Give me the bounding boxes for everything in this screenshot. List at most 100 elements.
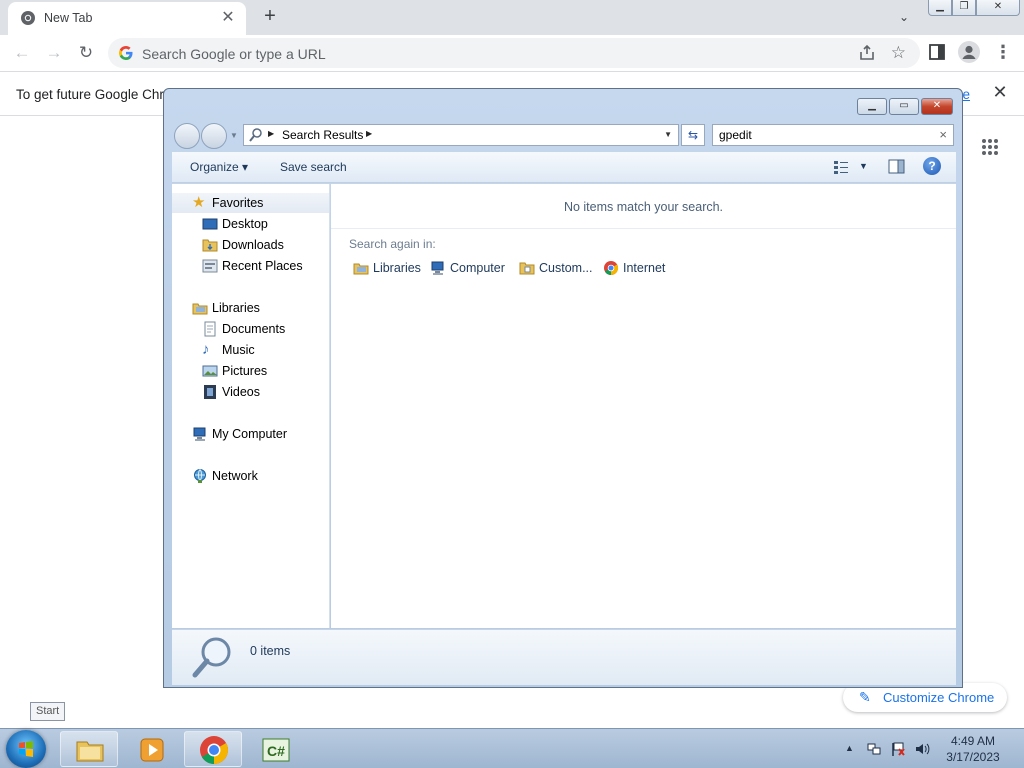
- address-dropdown-icon[interactable]: ▼: [664, 130, 672, 139]
- show-hidden-icons-icon[interactable]: ▲: [845, 743, 854, 753]
- nav-item-libraries[interactable]: Libraries: [172, 298, 329, 318]
- side-panel-icon[interactable]: [928, 43, 946, 61]
- start-button[interactable]: [6, 730, 46, 768]
- customize-chrome-label: Customize Chrome: [883, 690, 995, 705]
- network-globe-icon: [194, 469, 206, 483]
- nav-label-network: Network: [212, 469, 258, 483]
- details-pane: 0 items: [172, 629, 956, 685]
- star-icon: ★: [192, 194, 206, 211]
- address-bar[interactable]: ▶ Search Results ▶ ▼: [243, 124, 679, 146]
- chrome-menu-kebab-icon[interactable]: ⋮: [994, 41, 1012, 63]
- chrome-close-button[interactable]: ✕: [976, 0, 1020, 16]
- taskbar-explorer-button[interactable]: [60, 731, 118, 767]
- search-box[interactable]: gpedit ×: [712, 124, 954, 146]
- navigation-pane: ★ Favorites Desktop Downloads Recent Pla…: [172, 184, 330, 628]
- nav-label-desktop: Desktop: [222, 217, 268, 231]
- nav-item-network[interactable]: Network: [172, 466, 329, 486]
- breadcrumb-arrow-icon[interactable]: ▶: [268, 129, 274, 138]
- forward-arrow-icon[interactable]: →: [42, 41, 66, 65]
- nav-item-documents[interactable]: Documents: [172, 319, 329, 339]
- infobar-close-icon[interactable]: ✕: [990, 82, 1010, 102]
- action-center-flag-icon[interactable]: [890, 741, 906, 757]
- explorer-close-button[interactable]: ✕: [921, 98, 953, 115]
- taskbar-csharp-button[interactable]: C#: [246, 731, 304, 767]
- preview-pane-icon[interactable]: [888, 159, 905, 174]
- command-bar: Organize ▾ Save search ▼ ?: [172, 152, 956, 183]
- nav-label-videos: Videos: [222, 385, 260, 399]
- taskbar-chrome-button[interactable]: [184, 731, 242, 767]
- explorer-maximize-button[interactable]: ▭: [889, 98, 919, 115]
- infobar-message: To get future Google Chro: [16, 87, 172, 102]
- explorer-back-button[interactable]: [174, 123, 200, 149]
- reload-icon[interactable]: ↻: [74, 41, 98, 65]
- profile-avatar-icon[interactable]: [958, 41, 980, 63]
- change-view-icon[interactable]: [833, 159, 849, 175]
- breadcrumb-search-results[interactable]: Search Results: [282, 128, 363, 142]
- search-results-magnifier-icon: [249, 128, 262, 142]
- nav-item-videos[interactable]: Videos: [172, 382, 329, 402]
- refresh-icon[interactable]: ⇆: [681, 124, 705, 146]
- downloads-folder-icon: [202, 239, 218, 252]
- nav-item-recent-places[interactable]: Recent Places: [172, 256, 329, 276]
- chrome-minimize-button[interactable]: ▁: [928, 0, 952, 16]
- nav-item-my-computer[interactable]: My Computer: [172, 424, 329, 444]
- view-options-dropdown-icon[interactable]: ▼: [859, 161, 868, 171]
- custom-folder-icon: [519, 262, 535, 275]
- nav-label-recent-places: Recent Places: [222, 259, 303, 273]
- explorer-minimize-button[interactable]: ▁: [857, 98, 887, 115]
- google-apps-grid-icon[interactable]: [981, 138, 999, 156]
- search-input-value[interactable]: gpedit: [719, 128, 752, 142]
- omnibox[interactable]: Search Google or type a URL ☆: [108, 38, 920, 68]
- tab-new-tab[interactable]: New Tab ✕: [8, 2, 246, 35]
- back-arrow-icon[interactable]: ←: [10, 41, 34, 65]
- clear-search-icon[interactable]: ×: [939, 127, 947, 142]
- organize-button[interactable]: Organize ▾: [190, 160, 248, 174]
- nav-item-downloads[interactable]: Downloads: [172, 235, 329, 255]
- recent-pages-dropdown-icon[interactable]: ▼: [230, 131, 238, 140]
- network-tray-icon[interactable]: [866, 741, 882, 757]
- nav-label-downloads: Downloads: [222, 238, 284, 252]
- nav-label-favorites: Favorites: [212, 196, 264, 210]
- no-results-message: No items match your search.: [563, 200, 724, 214]
- explorer-window: ▁ ▭ ✕ ▼ ▶ Search Results ▶ ▼ ⇆ gpedit × …: [163, 88, 963, 688]
- new-tab-plus-icon[interactable]: +: [258, 5, 282, 29]
- nav-item-desktop[interactable]: Desktop: [172, 214, 329, 234]
- nav-label-documents: Documents: [222, 322, 286, 336]
- chrome-logo-icon: [200, 736, 228, 764]
- help-icon[interactable]: ?: [923, 157, 941, 175]
- folder-icon: [76, 741, 104, 762]
- chrome-tab-strip: New Tab ✕ + ⌄ ▁ ❐ ✕: [0, 0, 1024, 35]
- breadcrumb-arrow-icon[interactable]: ▶: [366, 129, 372, 138]
- search-again-custom-label: Custom...: [539, 261, 593, 275]
- chrome-restore-button[interactable]: ❐: [952, 0, 976, 16]
- results-pane: No items match your search. Search again…: [331, 184, 956, 628]
- desktop-icon: [202, 218, 218, 230]
- music-note-icon: ♪: [202, 341, 210, 358]
- start-tooltip: Start: [30, 702, 66, 721]
- system-clock[interactable]: 4:49 AM 3/17/2023: [938, 733, 1008, 765]
- search-again-libraries-label: Libraries: [373, 261, 421, 275]
- divider: [331, 228, 956, 229]
- omnibox-placeholder: Search Google or type a URL: [142, 46, 326, 62]
- nav-item-music[interactable]: ♪ Music: [172, 340, 329, 360]
- share-icon[interactable]: [858, 44, 876, 62]
- tab-search-chevron-icon[interactable]: ⌄: [894, 7, 914, 27]
- bookmark-star-icon[interactable]: ☆: [891, 43, 906, 63]
- taskbar-media-player-button[interactable]: [122, 731, 180, 767]
- computer-icon: [193, 427, 206, 441]
- recent-places-icon: [202, 259, 218, 273]
- nav-item-pictures[interactable]: Pictures: [172, 361, 329, 381]
- tab-title: New Tab: [44, 11, 93, 25]
- nav-label-pictures: Pictures: [222, 364, 268, 378]
- save-search-button[interactable]: Save search: [280, 160, 347, 174]
- libraries-icon: [192, 303, 208, 315]
- volume-speaker-icon[interactable]: [914, 741, 930, 757]
- clock-time: 4:49 AM: [950, 734, 996, 748]
- chrome-toolbar: ← → ↻ Search Google or type a URL ☆ ⋮: [0, 35, 1024, 71]
- organize-label: Organize: [190, 160, 239, 174]
- explorer-forward-button[interactable]: [201, 123, 227, 149]
- nav-label-music: Music: [222, 343, 255, 357]
- nav-item-favorites[interactable]: ★ Favorites: [172, 193, 329, 213]
- tab-close-icon[interactable]: ✕: [218, 8, 238, 28]
- windows-flag-icon: [19, 741, 33, 757]
